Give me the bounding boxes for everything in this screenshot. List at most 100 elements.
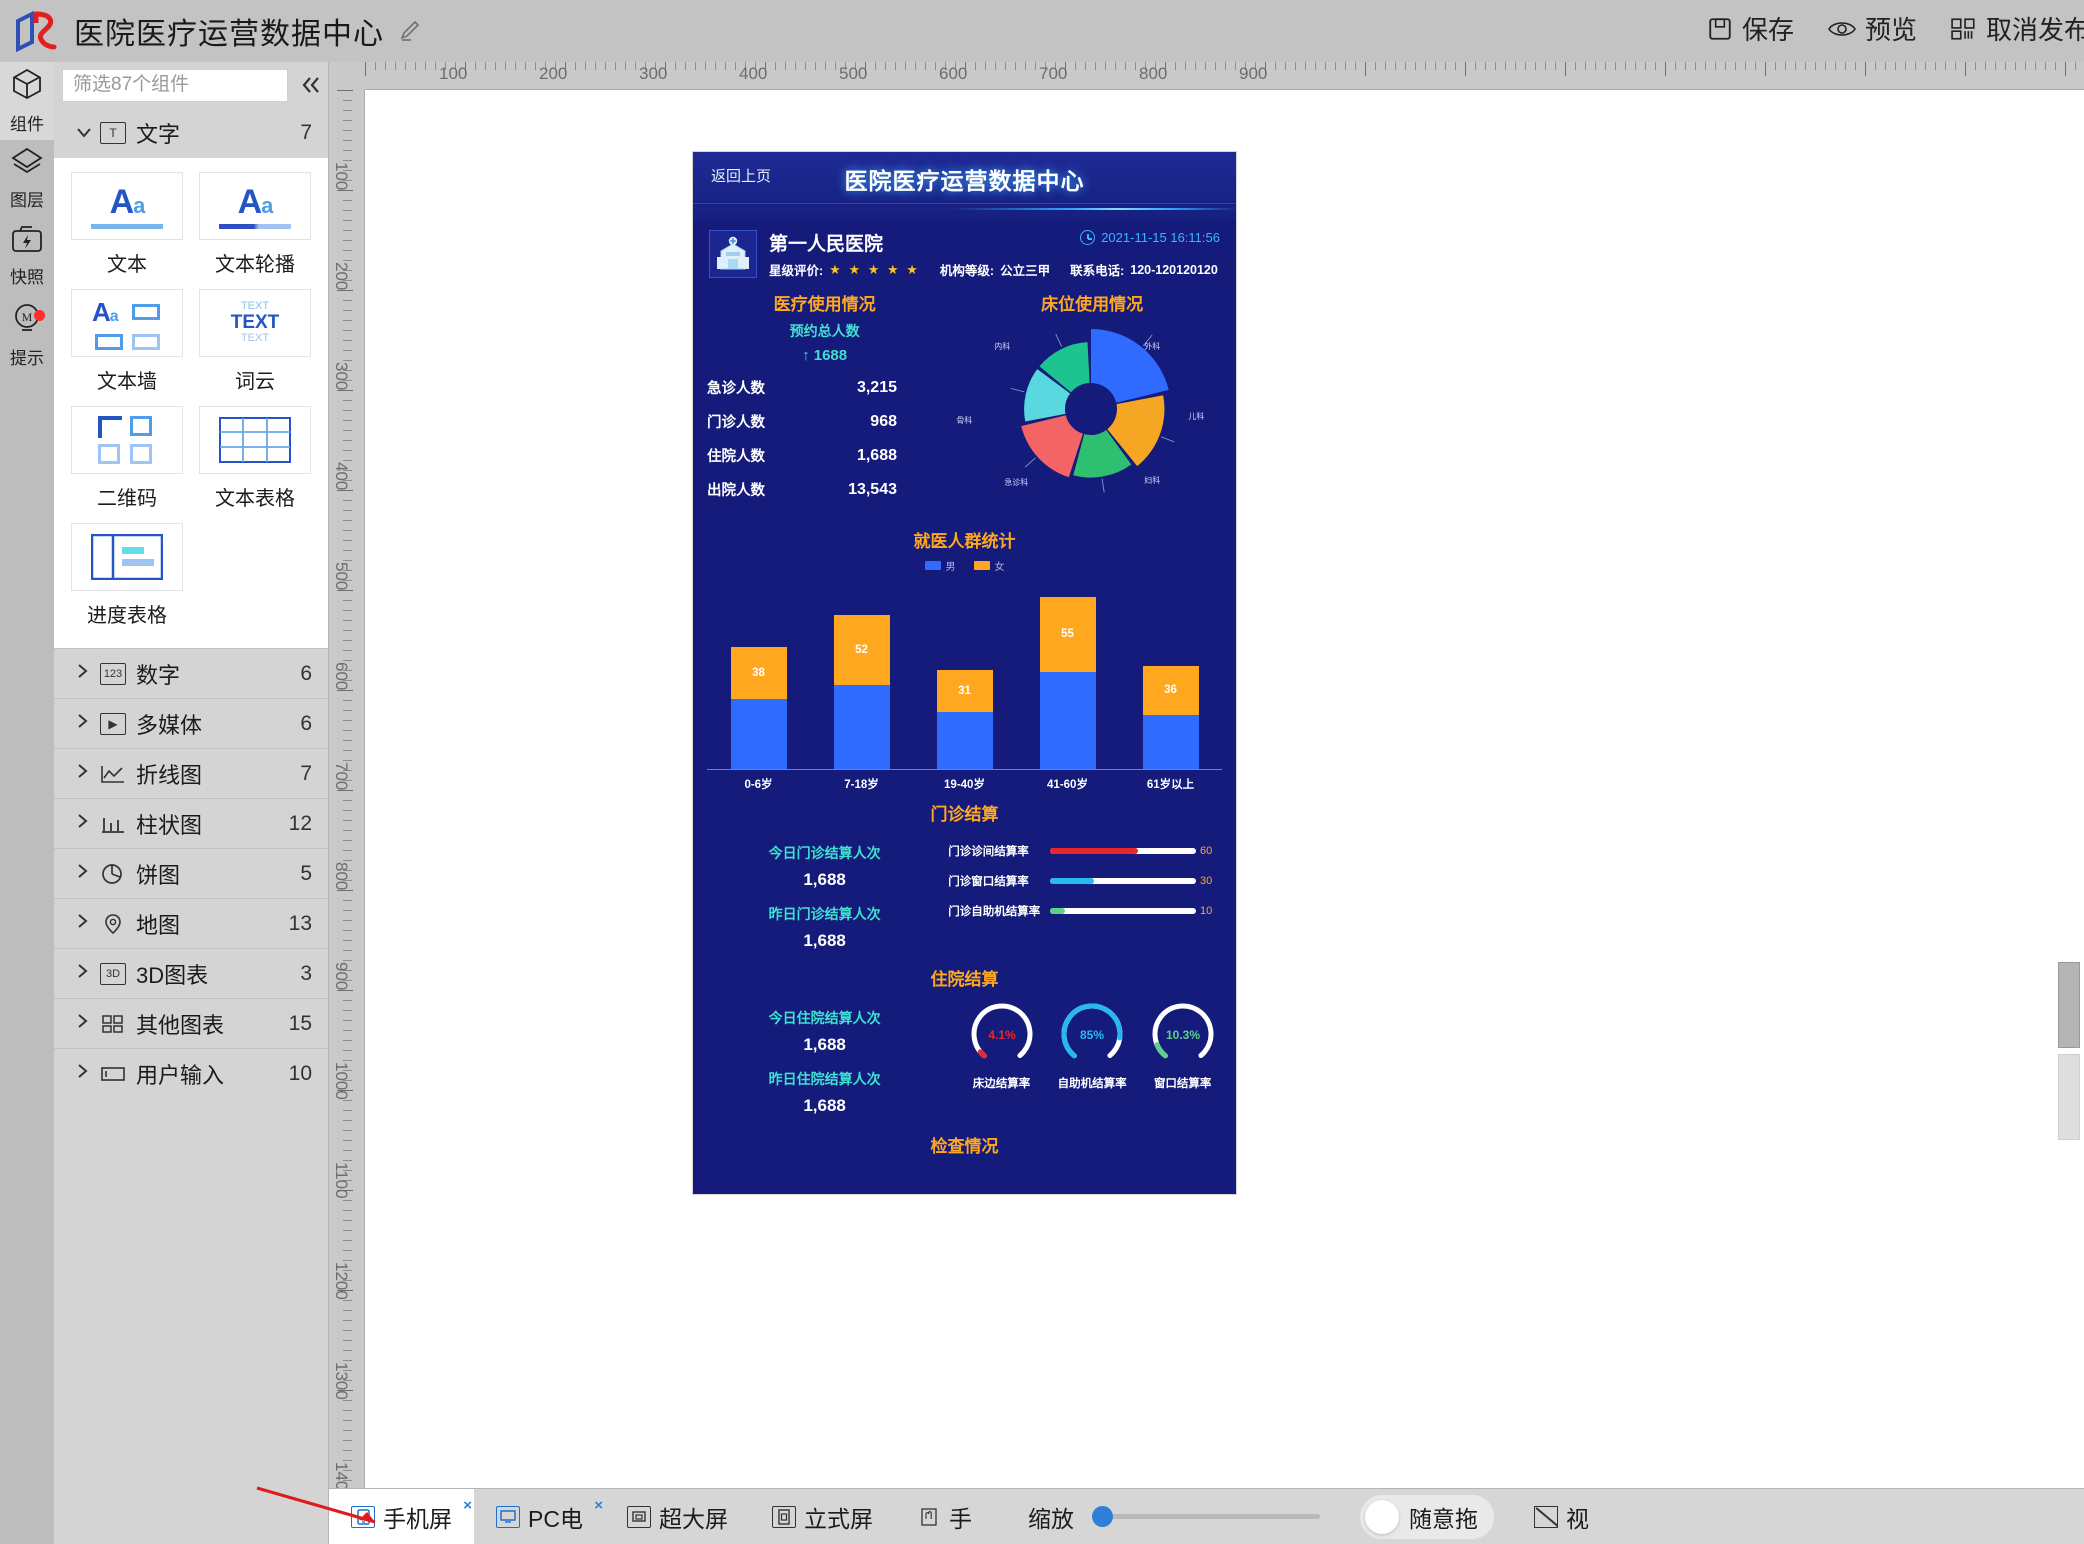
gauge-group[interactable]: 4.1% 床边结算率 85% 自助机结算率 10.3% 窗口结算率 bbox=[948, 1000, 1236, 1091]
sidebar-item-layers[interactable]: 图层 bbox=[0, 140, 54, 218]
unpublish-button[interactable]: 取消发布 bbox=[1951, 10, 2084, 47]
category-header-multimedia[interactable]: ▶ 多媒体 6 bbox=[54, 698, 328, 748]
component-tile-qrcode[interactable]: 二维码 bbox=[68, 400, 186, 517]
view-label: 视 bbox=[1565, 1505, 1589, 1532]
tab-hand[interactable]: 手 bbox=[895, 1489, 994, 1544]
chevron-right-icon bbox=[76, 663, 90, 684]
bar-segment-female: 38 bbox=[730, 647, 787, 699]
legend-item-female[interactable]: 女 bbox=[973, 558, 1005, 573]
horizontal-ruler: 100 200 300 400 500 600 700 800 900 bbox=[365, 62, 2084, 90]
stat-value: 13,543 bbox=[848, 480, 897, 498]
category-header-bar-chart[interactable]: 柱状图 12 bbox=[54, 798, 328, 848]
category-header-3d-chart[interactable]: 3D 3D图表 3 bbox=[54, 948, 328, 998]
bar-column[interactable]: 52 bbox=[833, 585, 890, 769]
top-charts-row: 医疗使用情况 预约总人数 ↑ 1688 急诊人数 3,215 门诊人数 968 … bbox=[693, 282, 1236, 519]
gauge-item[interactable]: 10.3% 窗口结算率 bbox=[1146, 1000, 1220, 1091]
category-header-other-chart[interactable]: 其他图表 15 bbox=[54, 998, 328, 1048]
bar-column[interactable]: 31 bbox=[936, 585, 993, 769]
bar-segment-female: 55 bbox=[1039, 597, 1096, 672]
phone-label: 联系电话: bbox=[1070, 264, 1125, 278]
save-button[interactable]: 保存 bbox=[1707, 10, 1794, 47]
bar-column[interactable]: 55 bbox=[1039, 585, 1096, 769]
text-carousel-tile-icon: Aa bbox=[199, 172, 311, 240]
bottom-bar: 手机屏 × PC电 × 超大屏 立式屏 手 缩放 随意拖 视 bbox=[329, 1488, 2084, 1544]
rose-leader-line bbox=[1101, 478, 1105, 493]
vertical-scrollbar-track[interactable] bbox=[2058, 1054, 2080, 1140]
sidebar-item-tips[interactable]: M 提示 bbox=[0, 296, 54, 374]
number-icon: 123 bbox=[100, 662, 126, 685]
bed-usage-rose-chart[interactable]: 内科 外科 儿科 妇科 急诊科 骨科 bbox=[948, 319, 1236, 519]
rose-label: 儿科 bbox=[1188, 412, 1205, 421]
legend-item-male[interactable]: 男 bbox=[924, 558, 956, 573]
gauge-item[interactable]: 85% 自助机结算率 bbox=[1055, 1000, 1129, 1091]
category-header-number[interactable]: 123 数字 6 bbox=[54, 648, 328, 698]
category-header-text[interactable]: T 文字 7 bbox=[54, 108, 328, 158]
qrcode-tile-icon bbox=[71, 406, 183, 474]
category-count-text: 7 bbox=[300, 121, 312, 144]
zoom-slider[interactable] bbox=[1091, 1506, 1320, 1527]
tab-mobile-screen[interactable]: 手机屏 × bbox=[329, 1488, 474, 1544]
hand-icon bbox=[917, 1506, 941, 1528]
edit-title-pencil-icon[interactable] bbox=[398, 19, 422, 43]
chevron-right-icon bbox=[76, 1063, 90, 1084]
zoom-slider-knob[interactable] bbox=[1091, 1506, 1113, 1527]
gauge-ring: 85% bbox=[1061, 1003, 1123, 1065]
level-label: 机构等级: bbox=[939, 264, 995, 278]
bigscreen-icon bbox=[626, 1505, 651, 1528]
grid-icon bbox=[1951, 17, 1977, 41]
progress-row: 门诊自助机结算率 10 bbox=[948, 903, 1226, 919]
tab-close-icon[interactable]: × bbox=[594, 1497, 603, 1514]
stat-label: 急诊人数 bbox=[707, 381, 765, 397]
tab-close-icon[interactable]: × bbox=[463, 1497, 472, 1514]
component-tile-text-wall[interactable]: Aa 文本墙 bbox=[68, 283, 186, 400]
category-name-map: 地图 bbox=[136, 912, 181, 938]
bar-column[interactable]: 36 bbox=[1142, 585, 1199, 769]
preview-button[interactable]: 预览 bbox=[1828, 10, 1917, 47]
component-tile-text-carousel[interactable]: Aa 文本轮播 bbox=[196, 166, 314, 283]
gauge-item[interactable]: 4.1% 床边结算率 bbox=[965, 1000, 1039, 1091]
gauge-value: 4.1% bbox=[988, 1028, 1016, 1042]
component-tile-text[interactable]: Aa 文本 bbox=[68, 166, 186, 283]
progress-value: 10 bbox=[1199, 905, 1213, 917]
stat-value: 3,215 bbox=[856, 378, 897, 396]
view-mode-button[interactable]: 视 bbox=[1533, 1500, 1589, 1534]
collapse-panel-button[interactable] bbox=[294, 69, 328, 102]
bar-segment-male bbox=[1142, 714, 1199, 769]
tab-large-screen[interactable]: 超大屏 bbox=[605, 1489, 750, 1544]
sidebar-item-snapshot[interactable]: 快照 bbox=[0, 218, 54, 296]
cube-3d-icon: 3D bbox=[100, 962, 126, 985]
crowd-stats-bar-chart[interactable]: 38 52 31 55 36 bbox=[707, 585, 1222, 770]
search-input[interactable] bbox=[73, 74, 277, 96]
component-tile-word-cloud[interactable]: TEXT TEXT TEXT 词云 bbox=[196, 283, 314, 400]
canvas-area[interactable]: 100 200 300 400 500 600 700 800 900 100 200 300 400… bbox=[329, 62, 2084, 1544]
bar-column[interactable]: 38 bbox=[730, 585, 787, 769]
level-value: 公立三甲 bbox=[1000, 264, 1051, 278]
sidebar-item-components[interactable]: 组件 bbox=[0, 62, 54, 140]
app-logo-icon bbox=[12, 9, 60, 53]
header-decoration-line bbox=[693, 203, 1236, 204]
gauge-label: 自助机结算率 bbox=[1057, 1078, 1127, 1090]
component-tile-text-table[interactable]: 文本表格 bbox=[196, 400, 314, 517]
search-box[interactable] bbox=[62, 68, 288, 102]
category-header-line-chart[interactable]: 折线图 7 bbox=[54, 748, 328, 798]
category-header-pie-chart[interactable]: 饼图 5 bbox=[54, 848, 328, 898]
line-chart-icon bbox=[100, 763, 126, 785]
timestamp-value: 2021-11-15 16:11:56 bbox=[1101, 230, 1220, 245]
vertical-scrollbar-thumb[interactable] bbox=[2058, 962, 2080, 1048]
tab-vertical-screen[interactable]: 立式屏 bbox=[750, 1489, 895, 1544]
chevron-right-icon bbox=[76, 763, 90, 784]
tab-pc-screen[interactable]: PC电 × bbox=[474, 1489, 605, 1544]
inpatient-settlement-title: 住院结算 bbox=[930, 970, 999, 989]
component-tile-progress-table[interactable]: 进度表格 bbox=[68, 517, 186, 634]
rose-label: 急诊科 bbox=[1004, 478, 1029, 487]
category-header-map[interactable]: 地图 13 bbox=[54, 898, 328, 948]
rose-slice[interactable] bbox=[1021, 415, 1084, 478]
category-header-user-input[interactable]: 用户输入 10 bbox=[54, 1048, 328, 1098]
crowd-stats-title: 就医人群统计 bbox=[913, 532, 1016, 551]
dashboard-header: 返回上页 医院医疗运营数据中心 bbox=[693, 152, 1236, 220]
dashboard-preview[interactable]: 返回上页 医院医疗运营数据中心 第一人民医院 星级评价: ★ ★ ★ ★ ★ 机… bbox=[693, 152, 1236, 1194]
bar-x-label: 61岁以上 bbox=[1146, 779, 1195, 791]
inspection-title: 检查情况 bbox=[930, 1137, 999, 1156]
gauge-ring: 4.1% bbox=[971, 1003, 1032, 1065]
free-drag-toggle[interactable]: 随意拖 bbox=[1359, 1494, 1494, 1539]
